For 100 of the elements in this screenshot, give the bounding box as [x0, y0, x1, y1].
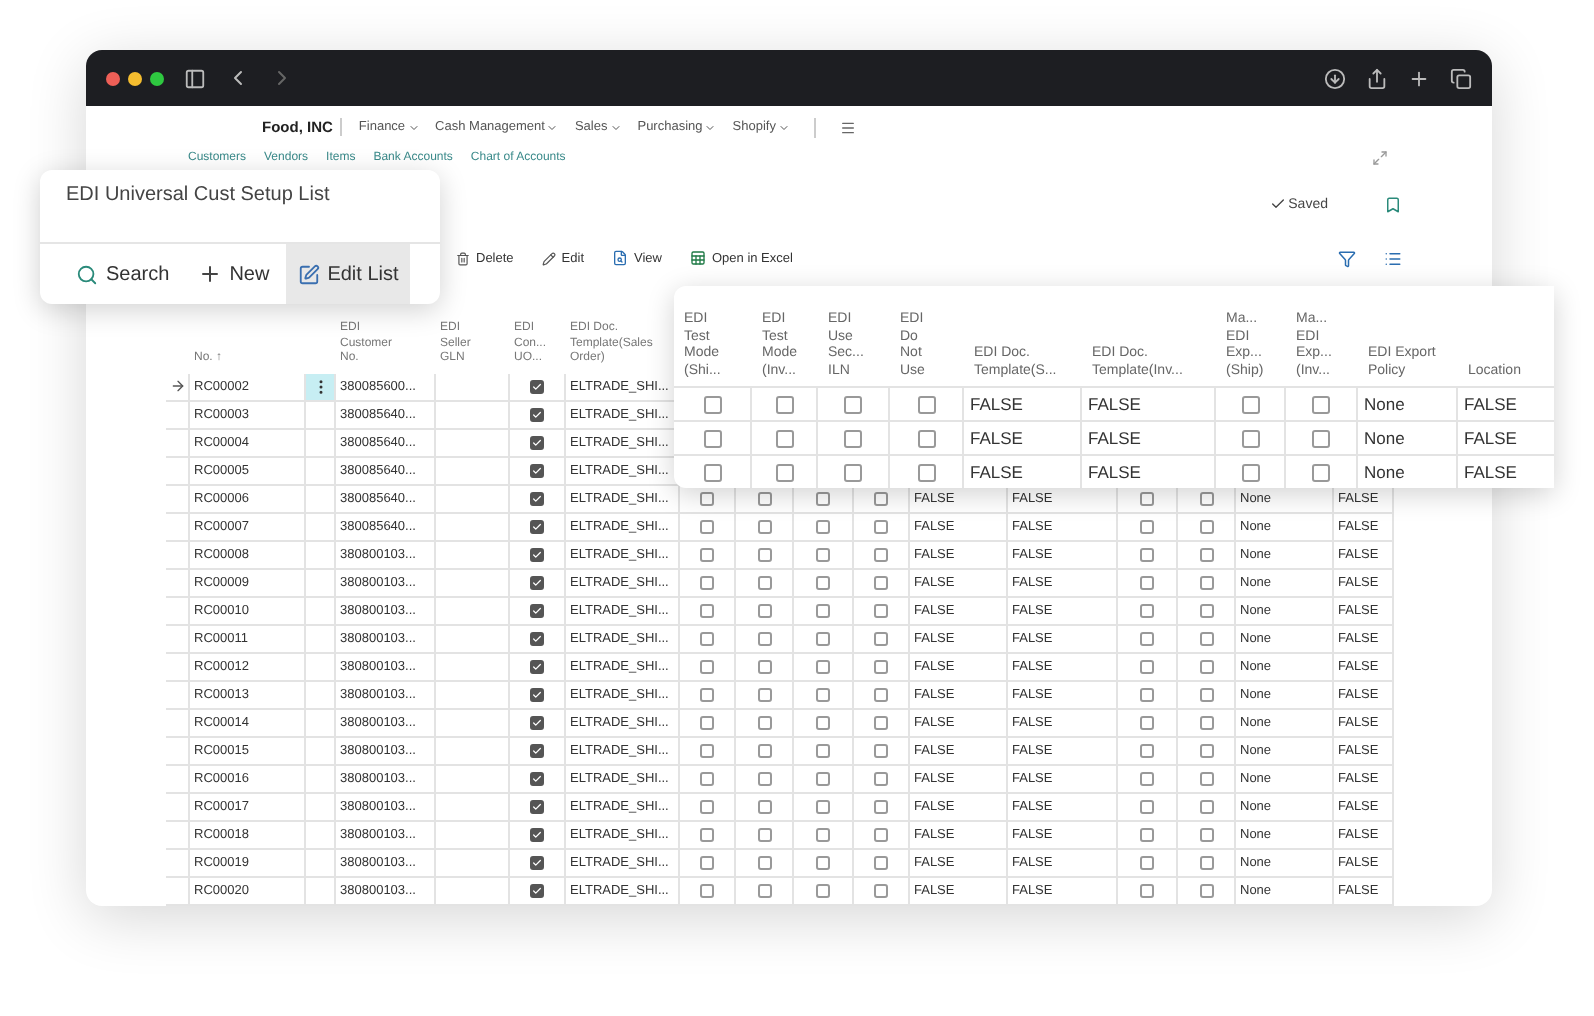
checkbox[interactable] — [1312, 395, 1330, 413]
row-menu-cell[interactable] — [306, 569, 336, 598]
row-menu-cell[interactable] — [306, 373, 336, 402]
row-menu-cell[interactable] — [306, 457, 336, 486]
row-indicator-cell[interactable] — [166, 681, 190, 710]
row-menu-cell[interactable] — [306, 681, 336, 710]
checkbox[interactable] — [1199, 575, 1213, 590]
checkbox[interactable] — [1199, 715, 1213, 730]
checkbox[interactable] — [1199, 687, 1213, 702]
expand-icon[interactable] — [1372, 149, 1388, 166]
maximize-icon[interactable] — [150, 71, 164, 85]
checkbox[interactable] — [844, 395, 862, 413]
checkbox[interactable] — [1140, 883, 1154, 898]
checkbox[interactable] — [874, 659, 888, 674]
checkbox[interactable] — [1140, 715, 1154, 730]
checkbox[interactable] — [530, 463, 544, 478]
checkbox[interactable] — [1199, 771, 1213, 786]
checkbox[interactable] — [700, 687, 714, 702]
checkbox[interactable] — [816, 883, 830, 898]
row-menu-cell[interactable] — [306, 849, 336, 878]
checkbox[interactable] — [1140, 519, 1154, 534]
checkbox[interactable] — [874, 743, 888, 758]
checkbox[interactable] — [757, 883, 771, 898]
checkbox[interactable] — [757, 715, 771, 730]
checkbox[interactable] — [757, 827, 771, 842]
row-indicator-cell[interactable] — [166, 513, 190, 542]
checkbox[interactable] — [816, 603, 830, 618]
checkbox[interactable] — [1241, 395, 1259, 413]
row-indicator-cell[interactable] — [166, 709, 190, 738]
row-indicator-cell[interactable] — [166, 765, 190, 794]
row-menu-cell[interactable] — [306, 765, 336, 794]
checkbox[interactable] — [775, 463, 793, 481]
checkbox[interactable] — [530, 547, 544, 562]
checkbox[interactable] — [917, 463, 935, 481]
checkbox[interactable] — [874, 575, 888, 590]
checkbox[interactable] — [700, 659, 714, 674]
checkbox[interactable] — [816, 771, 830, 786]
checkbox[interactable] — [1199, 855, 1213, 870]
checkbox[interactable] — [700, 883, 714, 898]
checkbox[interactable] — [530, 491, 544, 506]
checkbox[interactable] — [757, 659, 771, 674]
checkbox[interactable] — [775, 429, 793, 447]
checkbox[interactable] — [530, 827, 544, 842]
checkbox[interactable] — [1199, 631, 1213, 646]
share-icon[interactable] — [1366, 67, 1388, 89]
checkbox[interactable] — [530, 743, 544, 758]
row-indicator-cell[interactable] — [166, 849, 190, 878]
row-menu-cell[interactable] — [306, 653, 336, 682]
checkbox[interactable] — [700, 631, 714, 646]
checkbox[interactable] — [874, 603, 888, 618]
row-menu-cell[interactable] — [306, 877, 336, 906]
checkbox[interactable] — [530, 715, 544, 730]
checkbox[interactable] — [816, 575, 830, 590]
checkbox[interactable] — [1140, 743, 1154, 758]
checkbox[interactable] — [816, 547, 830, 562]
checkbox[interactable] — [530, 407, 544, 422]
row-indicator-cell[interactable] — [166, 429, 190, 458]
checkbox[interactable] — [530, 603, 544, 618]
download-icon[interactable] — [1324, 67, 1346, 89]
action-button[interactable]: Search — [64, 244, 182, 304]
bookmark-icon[interactable] — [1384, 195, 1402, 214]
checkbox[interactable] — [1199, 799, 1213, 814]
checkbox[interactable] — [1241, 429, 1259, 447]
close-icon[interactable] — [106, 71, 120, 85]
row-indicator-cell[interactable] — [166, 373, 190, 402]
checkbox[interactable] — [844, 429, 862, 447]
row-menu-cell[interactable] — [306, 513, 336, 542]
checkbox[interactable] — [703, 395, 721, 413]
checkbox[interactable] — [816, 715, 830, 730]
checkbox[interactable] — [530, 519, 544, 534]
checkbox[interactable] — [530, 883, 544, 898]
checkbox[interactable] — [874, 883, 888, 898]
checkbox[interactable] — [530, 659, 544, 674]
checkbox[interactable] — [1199, 827, 1213, 842]
checkbox[interactable] — [816, 491, 830, 506]
checkbox[interactable] — [1140, 547, 1154, 562]
row-indicator-cell[interactable] — [166, 569, 190, 598]
row-menu-cell[interactable] — [306, 597, 336, 626]
checkbox[interactable] — [530, 771, 544, 786]
checkbox[interactable] — [874, 715, 888, 730]
checkbox[interactable] — [1140, 491, 1154, 506]
checkbox[interactable] — [816, 743, 830, 758]
checkbox[interactable] — [1199, 603, 1213, 618]
checkbox[interactable] — [874, 855, 888, 870]
checkbox[interactable] — [530, 575, 544, 590]
row-menu-cell[interactable] — [306, 821, 336, 850]
checkbox[interactable] — [1140, 603, 1154, 618]
checkbox[interactable] — [816, 519, 830, 534]
checkbox[interactable] — [700, 855, 714, 870]
checkbox[interactable] — [1140, 687, 1154, 702]
checkbox[interactable] — [700, 547, 714, 562]
checkbox[interactable] — [757, 547, 771, 562]
row-indicator-cell[interactable] — [166, 877, 190, 906]
checkbox[interactable] — [874, 799, 888, 814]
checkbox[interactable] — [757, 519, 771, 534]
checkbox[interactable] — [1199, 519, 1213, 534]
checkbox[interactable] — [1241, 463, 1259, 481]
row-indicator-cell[interactable] — [166, 821, 190, 850]
checkbox[interactable] — [816, 631, 830, 646]
action-button[interactable]: New — [185, 244, 282, 304]
